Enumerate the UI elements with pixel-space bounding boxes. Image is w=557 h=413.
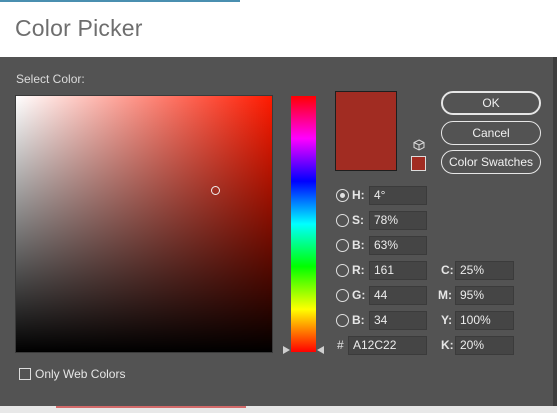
red-input[interactable]: 161 [369, 261, 427, 280]
blue-input[interactable]: 34 [369, 311, 427, 330]
field-cursor[interactable] [211, 186, 221, 196]
cancel-button[interactable]: Cancel [441, 121, 541, 145]
black-label: K: [441, 338, 454, 352]
saturation-brightness-field[interactable] [15, 95, 273, 353]
hue-slider-left-arrow-icon[interactable] [283, 346, 290, 354]
red-radio[interactable] [336, 264, 349, 277]
hue-input[interactable]: 4° [369, 186, 427, 205]
yellow-label: Y: [441, 313, 453, 327]
magenta-input[interactable]: 95% [455, 286, 514, 305]
ok-button[interactable]: OK [441, 91, 541, 115]
magenta-label: M: [438, 288, 452, 302]
blue-label: B: [352, 313, 365, 327]
saturation-input[interactable]: 78% [369, 211, 427, 230]
cube-icon[interactable] [413, 139, 425, 151]
green-radio[interactable] [336, 289, 349, 302]
only-web-colors-label[interactable]: Only Web Colors [35, 367, 125, 381]
brightness-label: B: [352, 238, 365, 252]
hex-label: # [337, 338, 344, 352]
window-title: Color Picker [15, 15, 143, 41]
hue-slider-right-arrow-icon[interactable] [317, 346, 324, 354]
green-input[interactable]: 44 [369, 286, 427, 305]
black-input[interactable]: 20% [455, 336, 514, 355]
green-label: G: [352, 288, 366, 302]
saturation-label: S: [352, 213, 364, 227]
brightness-input[interactable]: 63% [369, 236, 427, 255]
window-edge [553, 57, 557, 406]
hue-radio[interactable] [336, 189, 349, 202]
brightness-radio[interactable] [336, 239, 349, 252]
only-web-colors-checkbox[interactable] [19, 368, 31, 380]
cyan-label: C: [441, 263, 454, 277]
bottom-accent-line [56, 406, 246, 408]
yellow-input[interactable]: 100% [455, 311, 514, 330]
title-bar-accent [0, 0, 240, 2]
blue-radio[interactable] [336, 314, 349, 327]
window-bottom-edge [0, 406, 557, 413]
select-color-label: Select Color: [16, 72, 85, 86]
cyan-input[interactable]: 25% [455, 261, 514, 280]
saturation-radio[interactable] [336, 214, 349, 227]
new-color-swatch [335, 91, 397, 171]
hex-input[interactable]: A12C22 [348, 336, 427, 355]
red-label: R: [352, 263, 365, 277]
hue-label: H: [352, 188, 365, 202]
hue-slider[interactable] [291, 96, 316, 352]
title-bar[interactable]: Color Picker [0, 0, 557, 57]
web-safe-color-swatch[interactable] [411, 156, 426, 171]
color-swatches-button[interactable]: Color Swatches [441, 150, 541, 174]
